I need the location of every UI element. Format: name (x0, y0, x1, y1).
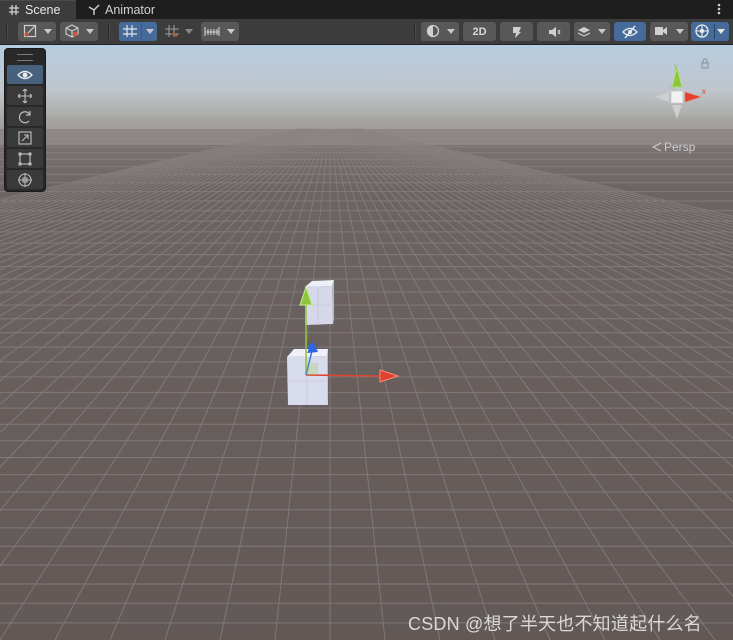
gizmo-neg-x-cone (655, 92, 669, 102)
move-tool-button[interactable] (7, 86, 43, 105)
gizmo-x-cone (684, 91, 703, 103)
ruler-dropdown[interactable] (201, 22, 239, 41)
increment-snap-dropdown[interactable] (161, 22, 197, 41)
view-tool-button[interactable] (7, 65, 43, 84)
drag-handle[interactable] (17, 54, 33, 61)
scene-visibility-toggle[interactable] (614, 22, 646, 41)
grid-snap-toggle[interactable] (119, 22, 157, 41)
lock-icon (701, 58, 709, 69)
chevron-down-icon (44, 29, 52, 34)
tab-label: Animator (105, 2, 156, 17)
camera-dropdown[interactable] (650, 22, 688, 41)
perspective-icon (651, 142, 662, 152)
animator-icon (88, 4, 100, 15)
projection-label: Persp (664, 140, 696, 154)
rotate-tool-icon (18, 110, 31, 123)
toolbar-separator (6, 24, 8, 39)
gizmo-center-cube (670, 90, 684, 104)
transform-tool-icon (18, 172, 32, 187)
projection-toggle[interactable]: Persp (651, 140, 695, 154)
ruler-icon (204, 27, 220, 36)
scene-toolbar: 2D (0, 19, 733, 45)
transform-tool-button[interactable] (7, 170, 43, 189)
cube-object-lower (287, 349, 328, 405)
draw-mode-dropdown[interactable] (18, 22, 56, 41)
scene-orientation-gizmo[interactable]: y x (640, 53, 720, 135)
gizmo-neg-y-cone (672, 105, 682, 119)
tab-label: Scene (25, 3, 61, 17)
camera-icon (655, 27, 667, 35)
render-mode-cube-icon (65, 24, 79, 38)
window-tab-bar: Scene Animator (0, 0, 733, 19)
chevron-down-icon (676, 29, 684, 34)
toolbar-separator (108, 24, 110, 39)
chevron-down-icon (227, 29, 235, 34)
scale-tool-icon (18, 130, 32, 145)
rect-tool-icon (18, 152, 32, 165)
scene-viewport[interactable]: y x Persp CSDN @想了半天也不知道起什么名 (0, 45, 733, 640)
gizmos-globe-icon (695, 24, 709, 38)
grid-snap-icon (123, 25, 137, 37)
scene-objects[interactable] (270, 275, 420, 415)
unity-scene-window: Scene Animator 2D y x Persp CSDN @想了半天也不… (0, 0, 733, 640)
chevron-down-icon (146, 29, 154, 34)
gizmo-x-label: x (702, 87, 706, 96)
view-tool-eye-icon (17, 70, 33, 79)
2d-label: 2D (472, 25, 487, 38)
shading-mode-dropdown[interactable] (421, 22, 459, 41)
move-tool-icon (17, 88, 33, 103)
watermark-text: CSDN @想了半天也不知道起什么名 (408, 614, 702, 634)
gizmo-y-label: y (674, 62, 678, 71)
gizmos-dropdown[interactable] (691, 22, 729, 41)
chevron-down-icon (185, 29, 193, 34)
lighting-toggle-button[interactable] (500, 22, 533, 41)
chevron-down-icon (717, 29, 725, 34)
audio-icon (548, 26, 560, 37)
grid-icon (9, 5, 19, 15)
more-vert-icon[interactable] (713, 2, 725, 16)
effects-dropdown[interactable] (574, 22, 610, 41)
toolbar-separator (414, 24, 416, 39)
draw-mode-icon (23, 24, 37, 38)
tab-scene[interactable]: Scene (0, 0, 76, 19)
increment-snap-icon (165, 25, 179, 37)
chevron-down-icon (447, 29, 455, 34)
chevron-down-icon (598, 29, 606, 34)
effects-layers-icon (577, 27, 591, 37)
scale-tool-button[interactable] (7, 128, 43, 147)
visibility-off-icon (622, 25, 638, 38)
tab-animator[interactable]: Animator (80, 0, 166, 19)
rotate-tool-button[interactable] (7, 107, 43, 126)
audio-toggle-button[interactable] (537, 22, 570, 41)
shading-sphere-icon (426, 24, 440, 38)
tools-overlay (4, 48, 46, 192)
rect-tool-button[interactable] (7, 149, 43, 168)
lighting-icon (512, 26, 521, 38)
render-mode-dropdown[interactable] (60, 22, 98, 41)
chevron-down-icon (86, 29, 94, 34)
2d-toggle-button[interactable]: 2D (463, 22, 496, 41)
